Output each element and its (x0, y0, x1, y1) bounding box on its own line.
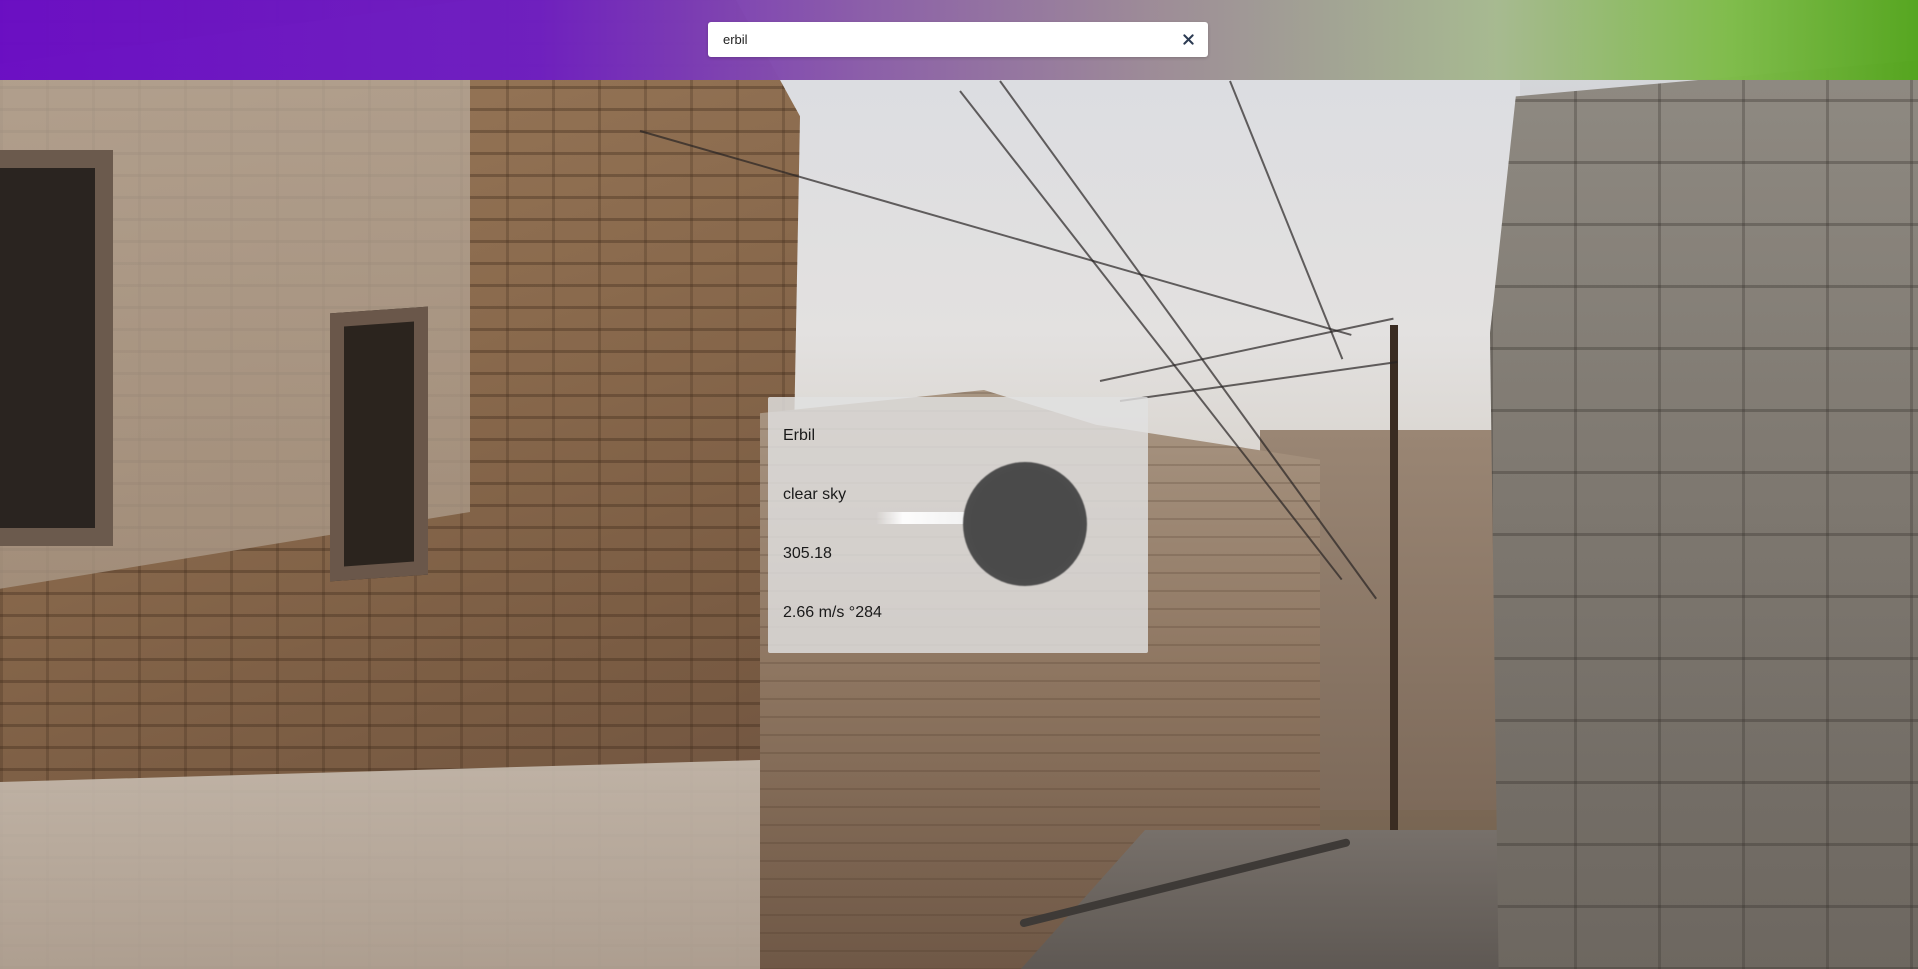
stone-wall-right (1490, 60, 1918, 969)
window-left (0, 150, 113, 546)
wind: 2.66 m/s °284 (783, 604, 882, 621)
clear-search-button[interactable] (1168, 22, 1208, 57)
search-input[interactable] (708, 22, 1168, 57)
window-middle (330, 306, 428, 582)
weather-card: Erbil clear sky 305.18 2.66 m/s °284 (768, 397, 1148, 653)
weather-description: clear sky (783, 486, 847, 503)
temperature: 305.18 (783, 545, 832, 562)
icon-streak (876, 512, 966, 524)
clear-sky-icon (963, 462, 1087, 586)
search-bar (708, 22, 1208, 57)
city-name: Erbil (783, 427, 816, 444)
close-icon (1182, 34, 1194, 45)
background-photo: Erbil clear sky 305.18 2.66 m/s °284 (0, 0, 1918, 969)
plaster-bottom (0, 760, 760, 969)
utility-pole (1390, 325, 1398, 830)
